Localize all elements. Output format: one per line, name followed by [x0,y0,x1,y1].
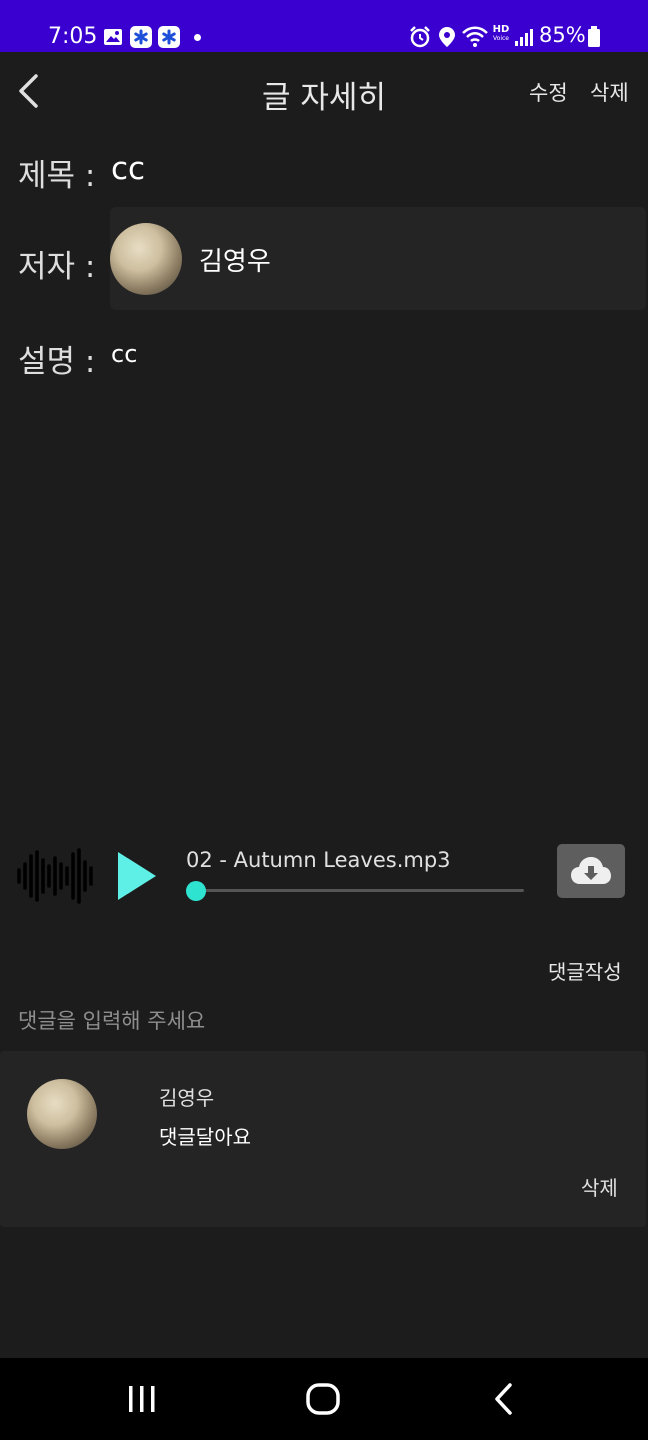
comment-avatar [27,1079,97,1149]
comment-delete-button[interactable]: 삭제 [581,1172,618,1201]
description-value: cc [111,340,138,368]
alarm-icon [410,26,430,48]
more-notifications-dot-icon [194,34,201,41]
hd-voice-indicator: HD Voice [490,25,512,43]
audio-waveform-icon [17,848,93,904]
wifi-icon [462,26,488,47]
seek-bar[interactable] [196,889,524,892]
download-button[interactable] [557,844,625,898]
write-comment-button[interactable]: 댓글작성 [548,956,622,985]
author-name: 김영우 [199,247,271,277]
system-nav-bar [0,1358,648,1440]
description-label: 설명 : [18,344,96,380]
track-name: 02 - Autumn Leaves.mp3 [186,848,451,872]
gallery-notification-icon [104,29,122,45]
medical-notification-icon [130,26,152,48]
title-value: cc [111,151,146,187]
signal-icon [515,29,533,46]
status-bar: 7:05 HD Voice 85% [0,0,648,52]
play-button[interactable] [117,851,157,901]
home-icon[interactable] [305,1382,341,1416]
status-time: 7:05 [48,24,98,49]
delete-button[interactable]: 삭제 [590,77,629,107]
author-card[interactable] [110,207,646,310]
nav-back-icon[interactable] [490,1382,518,1416]
title-label: 제목 : [18,158,96,194]
hd-label: HD [492,24,510,35]
battery-icon [588,26,600,47]
author-avatar [110,223,182,295]
author-label: 저자 : [18,249,96,285]
battery-percent: 85% [539,23,586,47]
medical-notification-icon-2 [158,26,180,48]
comment-text: 댓글달아요 [159,1125,251,1149]
recent-apps-icon[interactable] [126,1384,158,1414]
comment-input[interactable] [18,1003,628,1039]
seek-thumb[interactable] [186,881,206,901]
cloud-download-icon [571,857,611,884]
edit-button[interactable]: 수정 [529,77,568,107]
voice-label: Voice [493,35,509,42]
comment-author: 김영우 [159,1086,215,1110]
comment-item [0,1051,646,1227]
location-icon [439,27,455,47]
